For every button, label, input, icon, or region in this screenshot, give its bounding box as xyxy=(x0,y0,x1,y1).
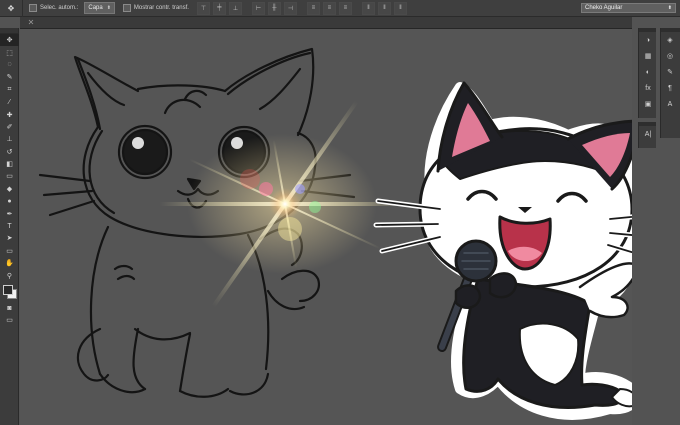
adjustments-icon[interactable]: ◐ xyxy=(639,64,657,80)
distribute-top-icon[interactable]: ≡ xyxy=(306,1,320,15)
document-tab-bar xyxy=(20,17,632,29)
paragraph-icon[interactable]: ¶ xyxy=(661,80,679,96)
artwork xyxy=(38,47,632,420)
gradient-tool-icon[interactable]: ▭ xyxy=(0,170,19,182)
zoom-tool-icon[interactable]: ⚲ xyxy=(0,269,19,281)
eraser-tool-icon[interactable]: ◧ xyxy=(0,158,19,170)
auto-select-dropdown[interactable]: Capa ⬍ xyxy=(84,2,115,14)
distribute-hcenter-icon[interactable]: ‖ xyxy=(377,1,391,15)
paths-icon[interactable]: ✎ xyxy=(661,64,679,80)
dodge-tool-icon[interactable]: ● xyxy=(0,195,19,207)
align-hcenter-icon[interactable]: ╫ xyxy=(267,1,281,15)
shape-tool-icon[interactable]: ▭ xyxy=(0,245,19,257)
channels-icon[interactable]: ◎ xyxy=(661,48,679,64)
move-tool-icon[interactable]: ✥ xyxy=(0,0,23,17)
color-icon[interactable]: ◑ xyxy=(639,32,657,48)
collapsed-dock-layers: ◈ ◎ ✎ ¶ A xyxy=(660,28,680,138)
close-icon[interactable] xyxy=(28,19,34,25)
align-top-icon[interactable]: ⊤ xyxy=(196,1,210,15)
options-bar: ✥ Selec. autom.: Capa ⬍ Mostrar contr. tr… xyxy=(0,0,680,17)
healing-tool-icon[interactable]: ✚ xyxy=(0,108,19,120)
pen-tool-icon[interactable]: ✒ xyxy=(0,207,19,219)
align-bottom-icon[interactable]: ⊥ xyxy=(228,1,242,15)
photoshop-window: ✥ Selec. autom.: Capa ⬍ Mostrar contr. tr… xyxy=(0,0,680,425)
foreground-color[interactable] xyxy=(3,284,13,295)
character-icon[interactable]: A xyxy=(661,96,679,112)
tools-panel: ✥ ⬚ ◌ ✎ ⌗ ⁄ ✚ ✐ ⊥ ↺ ◧ ▭ ◆ ● ✒ T ➤ ▭ ✋ ⚲ ◙ ▭ xyxy=(0,28,19,425)
character-icon[interactable]: A| xyxy=(639,126,657,142)
layers-icon[interactable]: ◈ xyxy=(661,32,679,48)
move-tool-icon[interactable]: ✥ xyxy=(0,34,19,47)
collapsed-dock-upper: ◑ ▦ ◐ fx ▣ xyxy=(638,28,656,118)
crop-tool-icon[interactable]: ⌗ xyxy=(0,84,19,96)
show-transform-label: Mostrar contr. transf. xyxy=(133,5,189,11)
align-left-icon[interactable]: ⊢ xyxy=(251,1,265,15)
align-right-icon[interactable]: ⊣ xyxy=(283,1,297,15)
chevron-updown-icon: ⬍ xyxy=(667,5,672,11)
path-select-tool-icon[interactable]: ➤ xyxy=(0,232,19,244)
workspace-name: Cheko Aguilar xyxy=(585,5,623,11)
eyedropper-tool-icon[interactable]: ⁄ xyxy=(0,96,19,108)
type-tool-icon[interactable]: T xyxy=(0,220,19,232)
auto-select-label: Selec. autom.: xyxy=(40,5,79,11)
workspace-selector[interactable]: Cheko Aguilar ⬍ xyxy=(581,3,676,13)
distribute-bottom-icon[interactable]: ≡ xyxy=(338,1,352,15)
lasso-tool-icon[interactable]: ◌ xyxy=(0,59,19,71)
blur-tool-icon[interactable]: ◆ xyxy=(0,183,19,195)
tool-list: ✥ ⬚ ◌ ✎ ⌗ ⁄ ✚ ✐ ⊥ ↺ ◧ ▭ ◆ ● ✒ T ➤ ▭ ✋ ⚲ xyxy=(0,34,19,282)
quick-mask-icon[interactable]: ◙ xyxy=(0,302,19,314)
brush-tool-icon[interactable]: ✐ xyxy=(0,121,19,133)
document-canvas[interactable] xyxy=(20,29,632,425)
swatches-icon[interactable]: ▦ xyxy=(639,48,657,64)
collapsed-dock-type: A| xyxy=(638,122,656,148)
styles-icon[interactable]: fx xyxy=(639,80,657,96)
colored-cat xyxy=(373,81,632,420)
stamp-tool-icon[interactable]: ⊥ xyxy=(0,133,19,145)
chevron-updown-icon: ⬍ xyxy=(106,5,111,11)
distribute-right-icon[interactable]: ‖ xyxy=(393,1,407,15)
mask-icon[interactable]: ▣ xyxy=(639,96,657,112)
quick-select-tool-icon[interactable]: ✎ xyxy=(0,71,19,83)
marquee-tool-icon[interactable]: ⬚ xyxy=(0,46,19,58)
color-swatches[interactable] xyxy=(0,282,19,302)
distribute-vcenter-icon[interactable]: ≡ xyxy=(322,1,336,15)
show-transform-checkbox[interactable] xyxy=(122,4,131,12)
screen-mode-icon[interactable]: ▭ xyxy=(0,314,19,326)
align-vcenter-icon[interactable]: ╪ xyxy=(212,1,226,15)
hand-tool-icon[interactable]: ✋ xyxy=(0,257,19,269)
history-brush-tool-icon[interactable]: ↺ xyxy=(0,146,19,158)
align-buttons: ⊤ ╪ ⊥ ⊢ ╫ ⊣ ≡ ≡ ≡ ‖ ‖ ‖ xyxy=(196,1,410,15)
distribute-left-icon[interactable]: ‖ xyxy=(361,1,375,15)
auto-select-checkbox[interactable] xyxy=(29,4,37,12)
